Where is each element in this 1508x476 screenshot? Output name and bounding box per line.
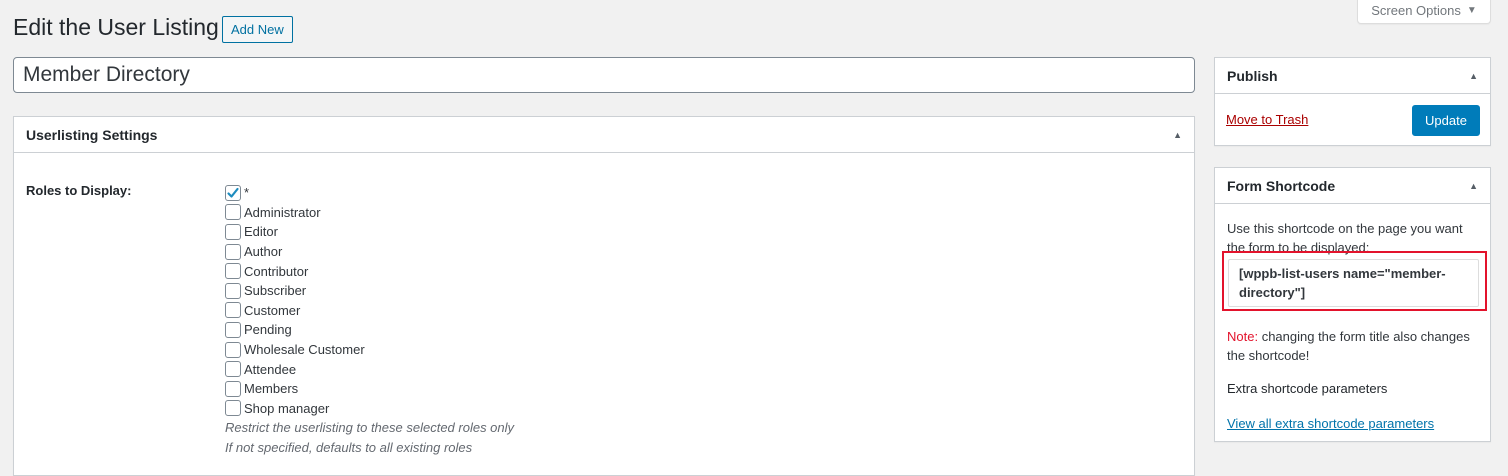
role-label: *	[244, 185, 250, 201]
role-option[interactable]: *	[225, 183, 514, 203]
roles-label: Roles to Display:	[26, 183, 132, 198]
shortcode-field[interactable]: [wppb-list-users name="member-directory"…	[1228, 259, 1479, 307]
page-title: Edit the User Listing	[13, 14, 219, 40]
role-checkbox[interactable]	[225, 263, 241, 280]
role-label: Editor	[244, 224, 278, 240]
role-checkbox[interactable]	[225, 400, 241, 417]
role-option[interactable]: Wholesale Customer	[225, 340, 514, 360]
userlisting-settings-box: Userlisting Settings ▲ Roles to Display:…	[13, 116, 1195, 476]
move-to-trash-link[interactable]: Move to Trash	[1226, 112, 1308, 127]
role-option[interactable]: Editor	[225, 222, 514, 242]
userlisting-settings-title: Userlisting Settings	[26, 126, 158, 143]
caret-down-icon: ▼	[1466, 5, 1477, 16]
publish-box: Publish ▲ Move to Trash Update	[1214, 57, 1491, 146]
note-text: changing the form title also changes the…	[1227, 329, 1470, 363]
role-checkbox[interactable]	[225, 341, 241, 358]
role-option[interactable]: Administrator	[225, 203, 514, 223]
screen-options-label: Screen Options	[1371, 3, 1461, 18]
role-option[interactable]: Pending	[225, 320, 514, 340]
role-label: Author	[244, 244, 283, 260]
publish-title: Publish	[1227, 67, 1278, 84]
shortcode-note: Note: changing the form title also chang…	[1227, 327, 1479, 365]
role-option[interactable]: Customer	[225, 301, 514, 321]
role-option[interactable]: Shop manager	[225, 399, 514, 419]
role-label: Members	[244, 381, 299, 397]
form-shortcode-header[interactable]: Form Shortcode ▲	[1215, 168, 1490, 204]
role-option[interactable]: Attendee	[225, 359, 514, 379]
role-label: Pending	[244, 322, 292, 338]
role-checkbox[interactable]	[225, 380, 241, 397]
role-checkbox[interactable]	[225, 361, 241, 378]
extra-parameters-heading: Extra shortcode parameters	[1227, 381, 1388, 396]
collapse-arrow-icon[interactable]: ▲	[1469, 181, 1478, 191]
role-label: Customer	[244, 302, 301, 318]
role-option[interactable]: Members	[225, 379, 514, 399]
role-label: Subscriber	[244, 283, 307, 299]
role-label: Attendee	[244, 361, 297, 377]
role-label: Contributor	[244, 263, 309, 279]
roles-list: * Administrator Editor Author Contributor Sub…	[225, 183, 514, 457]
view-all-parameters-link[interactable]: View all extra shortcode parameters	[1227, 416, 1434, 431]
role-checkbox[interactable]	[225, 321, 241, 338]
role-checkbox[interactable]	[225, 282, 241, 299]
update-button[interactable]: Update	[1412, 105, 1480, 136]
role-label: Shop manager	[244, 400, 330, 416]
role-label: Administrator	[244, 204, 321, 220]
roles-description: Restrict the userlisting to these select…	[225, 420, 515, 436]
role-checkbox[interactable]	[225, 243, 241, 260]
role-checkbox[interactable]	[225, 204, 241, 221]
roles-description: If not specified, defaults to all existi…	[225, 439, 473, 455]
role-option[interactable]: Contributor	[225, 261, 514, 281]
publish-header[interactable]: Publish ▲	[1215, 58, 1490, 94]
userlisting-settings-header[interactable]: Userlisting Settings ▲	[14, 117, 1194, 153]
role-checkbox[interactable]	[225, 223, 241, 240]
collapse-arrow-icon[interactable]: ▲	[1173, 130, 1182, 140]
form-shortcode-title: Form Shortcode	[1227, 177, 1336, 194]
role-checkbox[interactable]	[225, 302, 241, 319]
add-new-button[interactable]: Add New	[222, 16, 293, 43]
role-option[interactable]: Subscriber	[225, 281, 514, 301]
screen-options-button[interactable]: Screen Options ▼	[1357, 0, 1491, 24]
post-title-input[interactable]: Member Directory	[13, 57, 1195, 93]
note-label: Note:	[1227, 329, 1259, 344]
role-label: Wholesale Customer	[244, 342, 365, 358]
collapse-arrow-icon[interactable]: ▲	[1469, 71, 1478, 81]
role-checkbox-checked[interactable]	[225, 184, 241, 201]
role-option[interactable]: Author	[225, 242, 514, 262]
